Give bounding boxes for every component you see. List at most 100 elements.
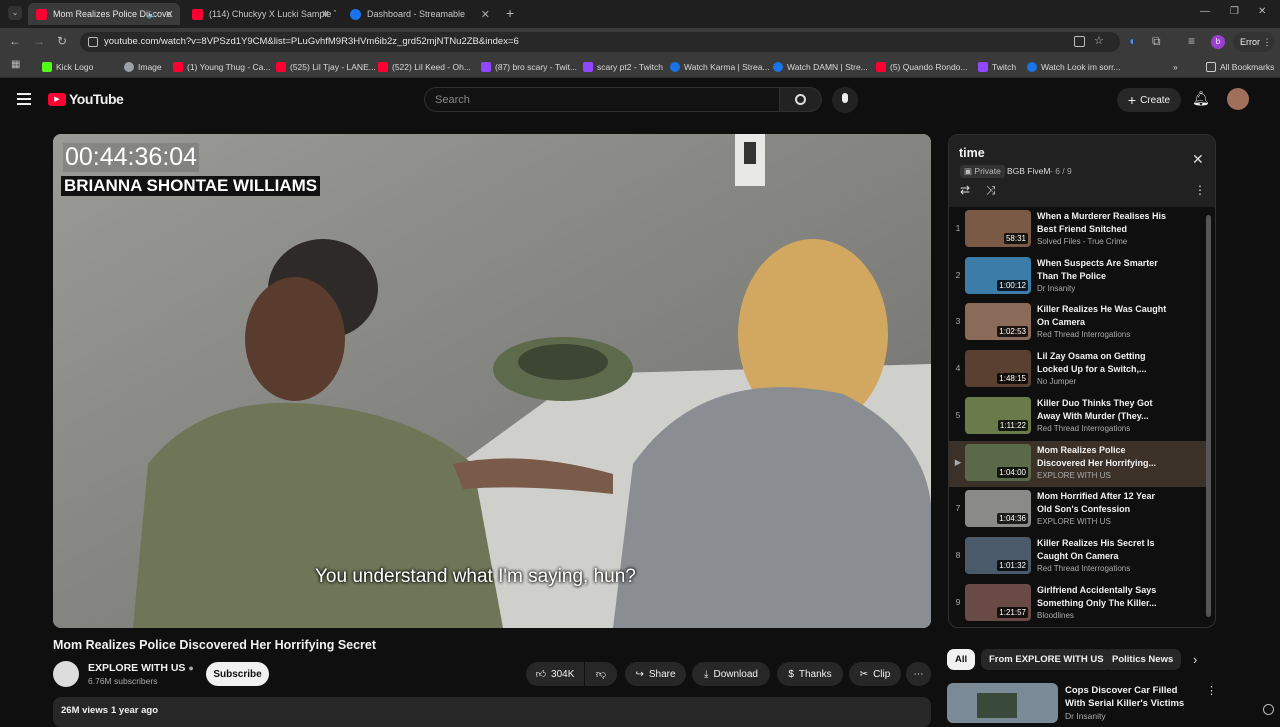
- download-button[interactable]: ⤓ Download: [692, 662, 770, 686]
- play-logo-icon: ▶: [48, 92, 66, 106]
- playlist-item-channel: Red Thread Interrogations: [1037, 423, 1131, 433]
- recommended-title[interactable]: Cops Discover Car Filled With Serial Kil…: [1065, 684, 1195, 710]
- playlist-item-channel: Red Thread Interrogations: [1037, 330, 1131, 340]
- media-control-icon[interactable]: ≡: [1188, 34, 1195, 48]
- playlist-item[interactable]: 9 1:21:57 Girlfriend Accidentally Says Som…: [949, 581, 1207, 627]
- tab-youtube-current[interactable]: Mom Realizes Police Discove 🔈 ✕: [28, 3, 180, 25]
- address-bar[interactable]: youtube.com/watch?v=8VPSzd1Y9CM&list=PLu…: [80, 32, 1120, 52]
- channel-name[interactable]: EXPLORE WITH US ●: [88, 662, 194, 674]
- profile-avatar[interactable]: b: [1211, 35, 1225, 49]
- shuffle-icon[interactable]: ⤨: [986, 183, 996, 198]
- share-button[interactable]: ↪ Share: [625, 662, 686, 686]
- forward-icon[interactable]: →: [33, 34, 45, 48]
- install-icon[interactable]: [1074, 36, 1085, 47]
- bookmark-label: Watch Karma | Strea...: [684, 62, 770, 72]
- tab-title: (114) Chuckyy X Lucki Sample T: [209, 9, 336, 19]
- recommended-more-icon[interactable]: ⋮: [1206, 684, 1217, 697]
- close-tab-icon[interactable]: ✕: [481, 8, 490, 21]
- twitch-icon: [583, 62, 593, 72]
- bookmark-item[interactable]: Image: [124, 60, 162, 74]
- bookmark-item[interactable]: scary pt2 - Twitch: [583, 60, 663, 74]
- duration-badge: 1:48:15: [997, 373, 1028, 385]
- bookmarks-overflow-icon[interactable]: »: [1173, 60, 1178, 74]
- plus-icon: +: [1127, 92, 1137, 108]
- bookmark-item[interactable]: Twitch: [978, 60, 1016, 74]
- playlist-item[interactable]: 4 1:48:15 Lil Zay Osama on Getting Locked …: [949, 347, 1207, 393]
- close-window-icon[interactable]: ✕: [1258, 6, 1266, 17]
- bookmark-item[interactable]: Kick Logo: [42, 60, 93, 74]
- bookmark-item[interactable]: (5) Quando Rondo...: [876, 60, 968, 74]
- close-tab-icon[interactable]: ✕: [165, 8, 174, 21]
- all-bookmarks[interactable]: All Bookmarks: [1206, 60, 1274, 74]
- description-box[interactable]: 26M views 1 year ago: [53, 697, 931, 727]
- reload-icon[interactable]: ↻: [57, 34, 67, 48]
- playlist-item-index: 4: [955, 363, 961, 374]
- playlist-scrollbar[interactable]: [1206, 215, 1211, 617]
- playlist-item-current[interactable]: ▶ 1:04:00 Mom Realizes Police Discovered H…: [949, 440, 1207, 487]
- settings-gear-icon[interactable]: [1263, 704, 1274, 715]
- close-playlist-icon[interactable]: ✕: [1192, 151, 1204, 168]
- tab-search-icon[interactable]: ⌄: [8, 6, 22, 20]
- minimize-icon[interactable]: —: [1200, 6, 1210, 17]
- bookmark-label: (87) bro scary - Twit...: [495, 62, 578, 72]
- playlist-item-thumbnail: 1:01:32: [965, 536, 1031, 574]
- tab-streamable[interactable]: Dashboard - Streamable ✕: [342, 3, 496, 25]
- bookmark-item[interactable]: Watch DAMN | Stre...: [773, 60, 868, 74]
- playlist-title[interactable]: time: [959, 146, 985, 160]
- like-button[interactable]: 👍︎ 304K: [526, 662, 584, 686]
- chip-from-channel[interactable]: From EXPLORE WITH US: [981, 649, 1112, 670]
- thanks-button[interactable]: $ Thanks: [777, 662, 843, 686]
- notifications-bell-icon[interactable]: 🔔︎: [1192, 90, 1210, 107]
- chip-all[interactable]: All: [947, 649, 976, 670]
- chip-politics-news[interactable]: Politics News: [1104, 649, 1182, 670]
- menu-icon[interactable]: [17, 93, 31, 105]
- playlist-item-channel: Dr Insanity: [1037, 283, 1076, 293]
- bookmark-item[interactable]: (525) Lil Tjay - LANE...: [276, 60, 376, 74]
- bookmark-star-icon[interactable]: ☆: [1094, 34, 1104, 47]
- chips-next-icon[interactable]: ›: [1193, 652, 1197, 667]
- playlist-item[interactable]: 2 1:00:12 When Suspects Are Smarter Than T…: [949, 254, 1207, 300]
- subscribe-button[interactable]: Subscribe: [206, 662, 269, 686]
- maximize-icon[interactable]: ❐: [1230, 6, 1239, 17]
- bookmark-item[interactable]: (522) Lil Keed - Oh...: [378, 60, 471, 74]
- close-tab-icon[interactable]: ✕: [321, 8, 330, 21]
- recommended-thumbnail[interactable]: [947, 683, 1058, 723]
- new-tab-icon[interactable]: +: [506, 5, 514, 21]
- clip-button[interactable]: ✂ Clip: [849, 662, 901, 686]
- video-player[interactable]: 00:44:36:04 BRIANNA SHONTAE WILLIAMS You…: [53, 134, 931, 628]
- extensions-puzzle-icon[interactable]: ⧉: [1152, 34, 1161, 49]
- playlist-item-thumbnail: 58:31: [965, 210, 1031, 247]
- playlist-item[interactable]: 3 1:02:53 Killer Realizes He Was Caught On…: [949, 300, 1207, 346]
- user-avatar[interactable]: [1227, 88, 1249, 110]
- playlist-item[interactable]: 8 1:01:32 Killer Realizes His Secret Is Ca…: [949, 534, 1207, 580]
- search-button[interactable]: [780, 87, 822, 112]
- playlist-owner[interactable]: BGB FiveM: [1007, 166, 1050, 176]
- back-icon[interactable]: ←: [9, 34, 21, 48]
- playlist-item[interactable]: 5 1:11:22 Killer Duo Thinks They Got Away …: [949, 394, 1207, 440]
- channel-avatar[interactable]: [53, 661, 79, 687]
- more-actions-button[interactable]: ⋯: [906, 662, 931, 686]
- bookmark-item[interactable]: Watch Look im sorr...: [1027, 60, 1121, 74]
- extension-icon[interactable]: ◖: [1128, 34, 1135, 48]
- streamable-favicon-icon: [1027, 62, 1037, 72]
- tab-chuckyy[interactable]: (114) Chuckyy X Lucki Sample T ✕: [184, 3, 336, 25]
- privacy-label: Private: [974, 166, 1001, 176]
- scissors-icon: ✂: [859, 668, 869, 680]
- playlist-item-index: 3: [955, 316, 961, 327]
- bookmark-item[interactable]: Watch Karma | Strea...: [670, 60, 770, 74]
- playlist-more-icon[interactable]: ⋮: [1194, 183, 1206, 197]
- site-info-icon[interactable]: [88, 37, 98, 47]
- apps-grid-icon[interactable]: ▦: [11, 59, 20, 70]
- loop-icon[interactable]: ⇄: [960, 183, 970, 197]
- bookmark-item[interactable]: (1) Young Thug - Ca...: [173, 60, 270, 74]
- youtube-logo[interactable]: ▶ YouTube: [48, 91, 124, 107]
- playlist-item[interactable]: 1 58:31 When a Murderer Realises His Best …: [949, 207, 1207, 253]
- create-button[interactable]: + Create: [1117, 88, 1181, 112]
- voice-search-button[interactable]: [832, 87, 858, 113]
- dislike-button[interactable]: 👎︎: [585, 662, 617, 686]
- bookmark-item[interactable]: (87) bro scary - Twit...: [481, 60, 577, 74]
- error-button[interactable]: Error ⋮: [1233, 32, 1275, 52]
- playlist-item[interactable]: 7 1:04:36 Mom Horrified After 12 Year Old …: [949, 487, 1207, 533]
- speaker-icon[interactable]: 🔈: [147, 9, 158, 20]
- search-input[interactable]: Search: [424, 87, 780, 112]
